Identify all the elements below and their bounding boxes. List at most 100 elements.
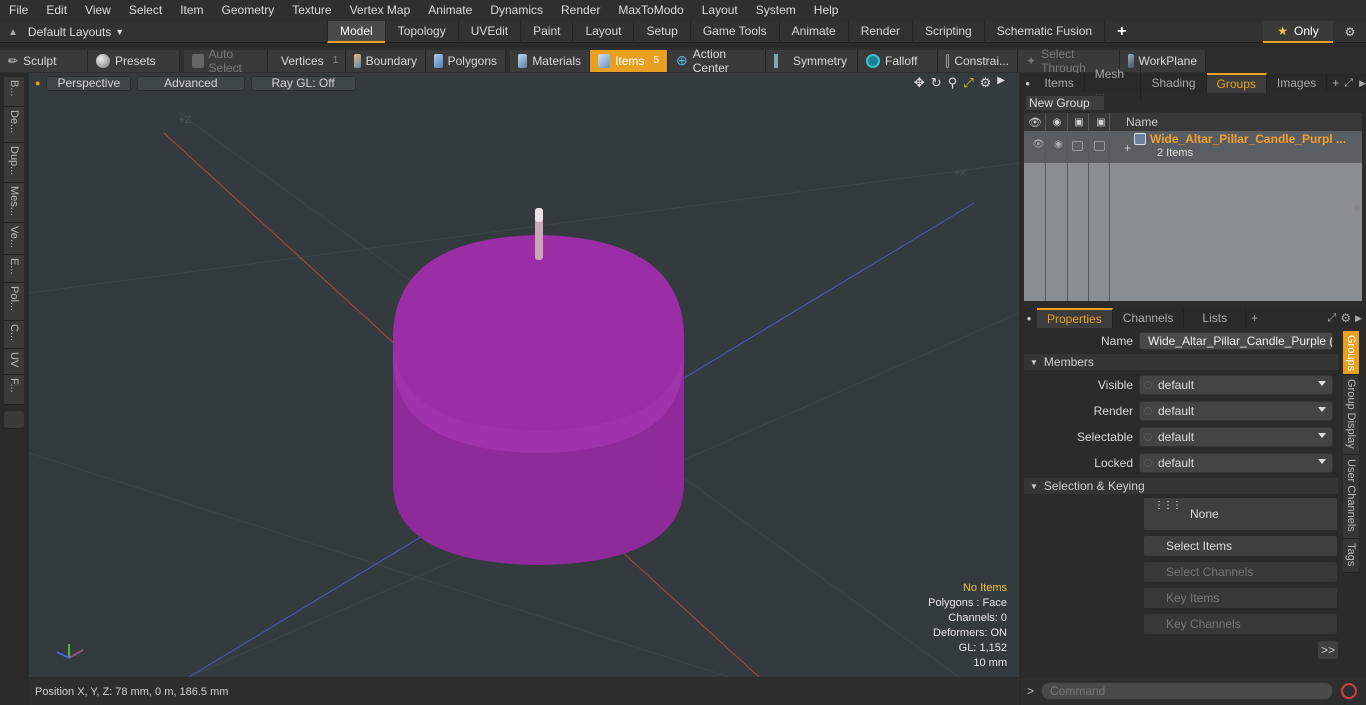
menu-layout[interactable]: Layout <box>693 0 747 21</box>
falloff-button[interactable]: Falloff <box>858 49 938 72</box>
shading-mode-button[interactable]: Advanced <box>137 75 245 91</box>
boundary-button[interactable]: Boundary <box>346 49 426 72</box>
materials-button[interactable]: Materials <box>510 49 590 72</box>
menu-maxtomodo[interactable]: MaxToModo <box>609 0 692 21</box>
add-tab-button[interactable]: + <box>1104 21 1138 43</box>
tab-model[interactable]: Model <box>327 21 385 43</box>
tab-scripting[interactable]: Scripting <box>912 21 984 43</box>
action-center-button[interactable]: ⊕ Action Center <box>668 47 766 75</box>
fit-view-icon[interactable]: ⤢ <box>963 75 973 91</box>
left-tab-uv[interactable]: UV <box>4 349 24 375</box>
side-tab-user-channels[interactable]: User Channels <box>1343 455 1359 539</box>
eye-icon[interactable]: 👁 <box>1024 116 1046 129</box>
select-channels-button[interactable]: Select Channels <box>1143 561 1338 583</box>
left-tab-fusion[interactable]: F... <box>4 375 24 405</box>
menu-item[interactable]: Item <box>171 0 212 21</box>
visible-dropdown[interactable]: default <box>1139 375 1333 395</box>
gear-icon[interactable]: ⚙ <box>1340 21 1360 43</box>
menu-animate[interactable]: Animate <box>419 0 481 21</box>
name-field[interactable]: Wide_Altar_Pillar_Candle_Purple (4) <box>1139 332 1333 350</box>
layouts-dropdown[interactable]: ▲ Default Layouts ▼ <box>8 21 124 43</box>
tab-images[interactable]: Images <box>1267 74 1328 92</box>
menu-texture[interactable]: Texture <box>283 0 340 21</box>
group-row[interactable]: 👁 ◉ + Wide_Altar_Pillar_Candle_Purpl ...… <box>1024 131 1362 163</box>
left-strip-toggle[interactable] <box>4 411 24 429</box>
left-tab-deform[interactable]: De... <box>4 107 24 143</box>
only-toggle[interactable]: ★ Only <box>1263 21 1333 43</box>
panel-menu-dot[interactable]: ● <box>1021 79 1034 88</box>
prop-gear-icon[interactable]: ⚙ <box>1340 311 1351 325</box>
menu-help[interactable]: Help <box>805 0 848 21</box>
none-button[interactable]: ⋮⋮⋮ None <box>1143 497 1338 531</box>
tab-layout[interactable]: Layout <box>572 21 633 43</box>
render-dropdown[interactable]: default <box>1139 401 1333 421</box>
move-view-icon[interactable]: ✥ <box>914 75 925 91</box>
prop-more-icon[interactable]: ▶ <box>1355 313 1362 324</box>
list-scroll-handle[interactable]: ◆ <box>1354 203 1360 212</box>
tab-items[interactable]: Items <box>1034 74 1085 92</box>
tab-render[interactable]: Render <box>847 21 912 43</box>
menu-geometry[interactable]: Geometry <box>213 0 284 21</box>
row-render-icon[interactable]: ◉ <box>1054 139 1063 150</box>
menu-vertex-map[interactable]: Vertex Map <box>341 0 420 21</box>
menu-file[interactable]: File <box>0 0 37 21</box>
left-tab-basic[interactable]: B... <box>4 77 24 107</box>
record-icon[interactable] <box>1341 683 1357 699</box>
auto-select-button[interactable]: Auto Select <box>184 47 268 75</box>
menu-render[interactable]: Render <box>552 0 609 21</box>
tab-properties[interactable]: Properties <box>1037 308 1113 328</box>
menu-view[interactable]: View <box>76 0 120 21</box>
view-mode-button[interactable]: Perspective <box>46 75 132 91</box>
prop-expand-icon[interactable]: ⤢ <box>1328 312 1337 325</box>
zoom-view-icon[interactable]: ⚲ <box>948 75 958 91</box>
row-lock-checkbox[interactable] <box>1072 141 1083 151</box>
tab-game-tools[interactable]: Game Tools <box>689 21 779 43</box>
menu-dynamics[interactable]: Dynamics <box>481 0 552 21</box>
add-tab-icon[interactable]: + <box>1327 76 1344 90</box>
vertices-button[interactable]: Vertices 1 <box>268 49 346 72</box>
side-tab-groups[interactable]: Groups <box>1343 331 1359 375</box>
members-section[interactable]: ▼ Members <box>1024 354 1338 370</box>
rotate-view-icon[interactable]: ↻ <box>931 75 942 91</box>
render-icon[interactable]: ◉ <box>1046 117 1068 128</box>
left-tab-vertex[interactable]: Ve... <box>4 223 24 255</box>
tab-paint[interactable]: Paint <box>520 21 572 43</box>
expand-plus-icon[interactable]: + <box>1124 141 1131 155</box>
presets-button[interactable]: Presets <box>88 49 180 72</box>
side-tab-tags[interactable]: Tags <box>1343 539 1359 573</box>
key-channels-button[interactable]: Key Channels <box>1143 613 1338 635</box>
ray-gl-button[interactable]: Ray GL: Off <box>250 75 356 91</box>
left-tab-duplicate[interactable]: Dup... <box>4 143 24 183</box>
side-tab-group-display[interactable]: Group Display <box>1343 375 1359 455</box>
tab-channels[interactable]: Channels <box>1113 309 1185 327</box>
tab-topology[interactable]: Topology <box>384 21 458 43</box>
tab-setup[interactable]: Setup <box>633 21 689 43</box>
left-tab-polygon[interactable]: Pol... <box>4 283 24 321</box>
viewport-more-icon[interactable]: ▶ <box>997 75 1005 91</box>
select-items-button[interactable]: Select Items <box>1143 535 1338 557</box>
polygons-button[interactable]: Polygons <box>426 49 506 72</box>
left-tab-curve[interactable]: C... <box>4 321 24 349</box>
prop-panel-menu-dot[interactable]: ● <box>1021 314 1037 323</box>
tab-groups[interactable]: Groups <box>1206 73 1267 93</box>
left-tab-edge[interactable]: E... <box>4 255 24 283</box>
viewport-settings-icon[interactable]: ⚙ <box>980 75 992 91</box>
selectable-dropdown[interactable]: default <box>1139 427 1333 447</box>
menu-system[interactable]: System <box>747 0 805 21</box>
group-name[interactable]: Wide_Altar_Pillar_Candle_Purpl ... <box>1150 132 1346 146</box>
row-eye-icon[interactable]: 👁 <box>1032 139 1045 150</box>
symmetry-button[interactable]: Symmetry <box>766 49 858 72</box>
tab-schematic-fusion[interactable]: Schematic Fusion <box>983 21 1104 43</box>
lock-cube-icon[interactable]: ▣ <box>1068 117 1090 128</box>
command-input[interactable] <box>1041 682 1333 700</box>
more-icon[interactable]: ▶ <box>1359 78 1366 89</box>
name-column-header[interactable]: Name <box>1126 115 1158 129</box>
left-tab-mesh-edit[interactable]: Mes... <box>4 183 24 223</box>
add-prop-tab-icon[interactable]: + <box>1246 311 1263 325</box>
row-select-checkbox[interactable] <box>1094 141 1105 151</box>
locked-dropdown[interactable]: default <box>1139 453 1333 473</box>
sculpt-button[interactable]: ✏ Sculpt <box>0 49 88 72</box>
tab-animate[interactable]: Animate <box>778 21 848 43</box>
constraints-button[interactable]: Constrai... <box>938 49 1018 72</box>
tab-uvedit[interactable]: UVEdit <box>457 21 520 43</box>
